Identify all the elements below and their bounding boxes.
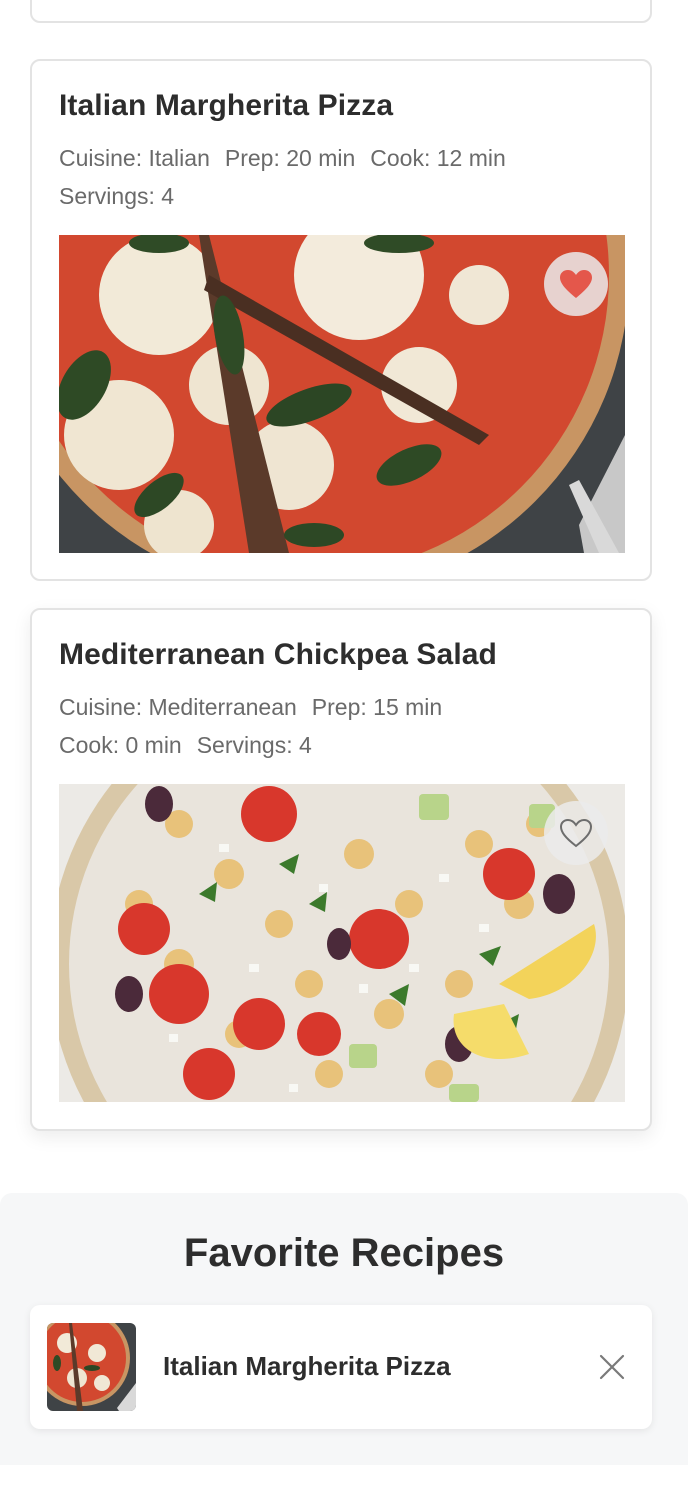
recipe-image	[59, 784, 625, 1102]
recipe-servings: Servings: 4	[59, 183, 175, 209]
recipe-image	[59, 235, 625, 553]
recipe-cook: Cook: 12 min	[370, 145, 506, 171]
recipe-meta: Cuisine: Mediterranean Prep: 15 min Cook:…	[59, 688, 457, 764]
favorites-heading: Favorite Recipes	[183, 1231, 505, 1275]
recipe-prep: Prep: 15 min	[311, 694, 443, 720]
recipe-card-previous	[30, 0, 652, 23]
recipe-card: Mediterranean Chickpea Salad Cuisine: Me…	[30, 608, 652, 1131]
recipe-meta: Cuisine: Italian Prep: 20 min Cook: 12 min…	[59, 139, 521, 215]
favorite-button[interactable]	[544, 252, 608, 316]
recipe-card: Italian Margherita Pizza Cuisine: Italia…	[30, 59, 652, 581]
recipe-title: Mediterranean Chickpea Salad	[59, 638, 497, 671]
recipe-cuisine: Cuisine: Mediterranean	[59, 694, 297, 720]
favorite-button[interactable]	[544, 801, 608, 865]
recipe-cuisine: Cuisine: Italian	[59, 145, 210, 171]
heart-outline-icon	[559, 818, 593, 848]
recipe-servings: Servings: 4	[196, 732, 312, 758]
close-icon	[599, 1354, 625, 1380]
favorites-section: Favorite Recipes Italian Margherita Pizz…	[0, 1193, 688, 1465]
remove-favorite-button[interactable]	[594, 1349, 630, 1385]
recipe-title: Italian Margherita Pizza	[59, 89, 394, 122]
heart-filled-icon	[560, 270, 592, 298]
recipe-prep: Prep: 20 min	[224, 145, 356, 171]
favorite-item-name: Italian Margherita Pizza	[163, 1351, 451, 1381]
favorite-item[interactable]: Italian Margherita Pizza	[30, 1305, 652, 1429]
recipe-cook: Cook: 0 min	[59, 732, 182, 758]
favorite-thumbnail	[47, 1323, 136, 1411]
